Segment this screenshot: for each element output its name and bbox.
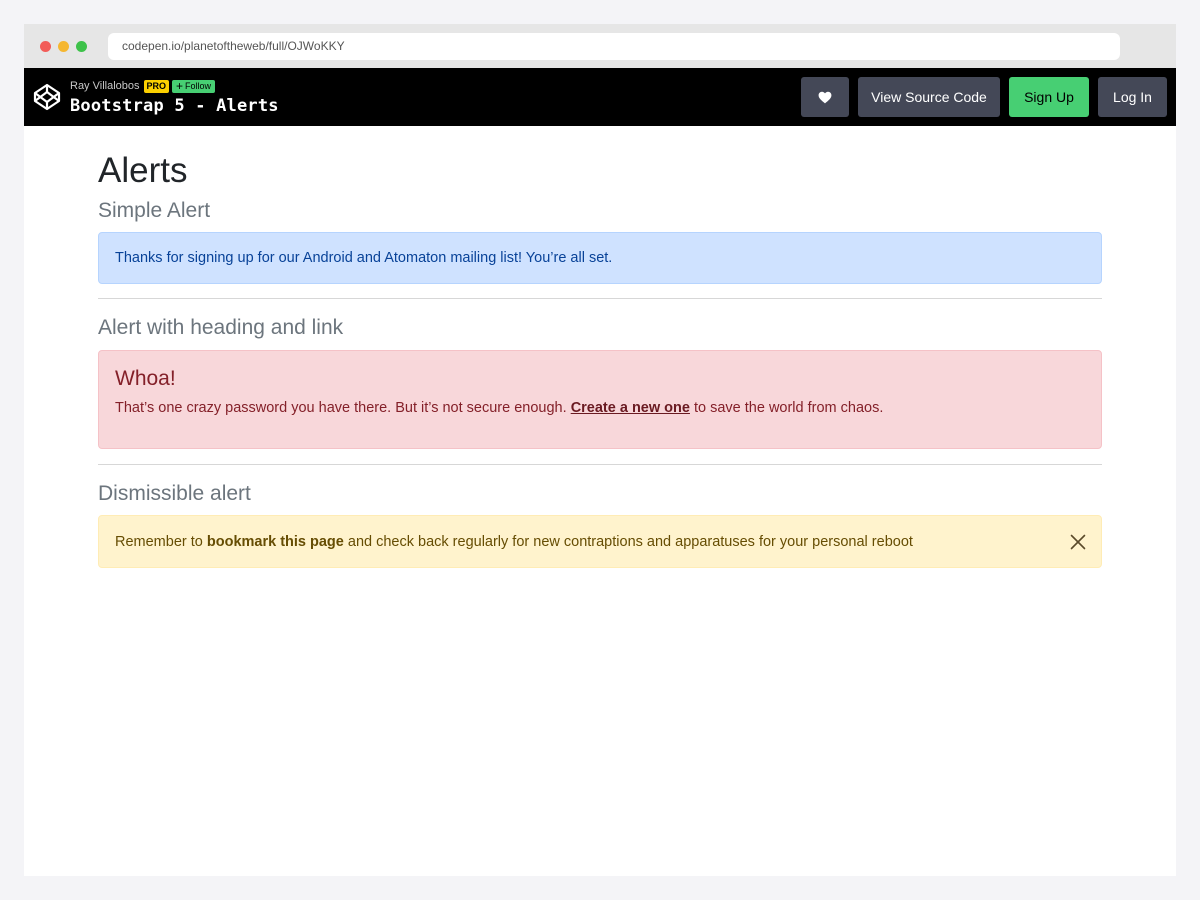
- warning-alert-text: Remember to bookmark this page and check…: [115, 534, 913, 550]
- pro-badge: PRO: [143, 79, 170, 93]
- pen-title: Bootstrap 5 - Alerts: [70, 96, 279, 116]
- log-in-button[interactable]: Log In: [1098, 77, 1167, 117]
- pen-titles: Ray Villalobos PRO + Follow Bootstrap 5 …: [70, 78, 279, 116]
- minimize-window-dot[interactable]: [58, 40, 69, 52]
- section-title-dismissible: Dismissible alert: [98, 482, 251, 505]
- danger-alert-body: That’s one crazy password you have there…: [115, 399, 1085, 417]
- maximize-window-dot[interactable]: [76, 40, 87, 52]
- danger-alert: Whoa! That’s one crazy password you have…: [98, 350, 1102, 449]
- page-content: Alerts Simple Alert Thanks for signing u…: [24, 126, 1176, 568]
- create-new-one-link[interactable]: Create a new one: [571, 400, 690, 416]
- follow-label: Follow: [185, 80, 212, 91]
- danger-alert-text-after: to save the world from chaos.: [689, 400, 884, 416]
- author-name[interactable]: Ray Villalobos: [70, 80, 140, 92]
- danger-alert-heading: Whoa!: [115, 367, 176, 390]
- plus-icon: +: [176, 79, 184, 93]
- warning-alert-text-after: and check back regularly for new contrap…: [343, 533, 913, 550]
- browser-window: codepen.io/planetoftheweb/full/OJWoKKY R…: [24, 24, 1176, 876]
- address-bar[interactable]: codepen.io/planetoftheweb/full/OJWoKKY: [108, 32, 1120, 60]
- info-alert-text: Thanks for signing up for our Android an…: [115, 250, 613, 266]
- section-title-simple-alert: Simple Alert: [98, 199, 211, 222]
- codepen-header: Ray Villalobos PRO + Follow Bootstrap 5 …: [24, 68, 1176, 126]
- section-title-heading-link: Alert with heading and link: [98, 316, 344, 339]
- heart-button[interactable]: [801, 77, 849, 117]
- heart-icon: [818, 91, 832, 103]
- close-window-dot[interactable]: [40, 40, 51, 52]
- url-text: codepen.io/planetoftheweb/full/OJWoKKY: [122, 39, 345, 53]
- author-line: Ray Villalobos PRO + Follow: [70, 78, 279, 94]
- divider: [98, 464, 1102, 465]
- bookmark-emphasis: bookmark this page: [206, 533, 344, 550]
- warning-alert-text-before: Remember to: [115, 533, 207, 550]
- follow-button[interactable]: + Follow: [172, 79, 216, 93]
- codepen-logo-icon[interactable]: [30, 80, 64, 114]
- divider: [98, 298, 1102, 299]
- warning-alert: Remember to bookmark this page and check…: [98, 515, 1102, 568]
- browser-chrome: codepen.io/planetoftheweb/full/OJWoKKY: [24, 24, 1176, 68]
- info-alert: Thanks for signing up for our Android an…: [98, 232, 1102, 284]
- page-title: Alerts: [98, 151, 188, 190]
- close-icon: [1070, 534, 1086, 549]
- header-actions: View Source Code Sign Up Log In: [801, 77, 1167, 117]
- dismiss-alert-button[interactable]: [1067, 531, 1089, 553]
- danger-alert-text-before: That’s one crazy password you have there…: [115, 400, 571, 416]
- sign-up-button[interactable]: Sign Up: [1009, 77, 1089, 117]
- view-source-button[interactable]: View Source Code: [858, 77, 1000, 117]
